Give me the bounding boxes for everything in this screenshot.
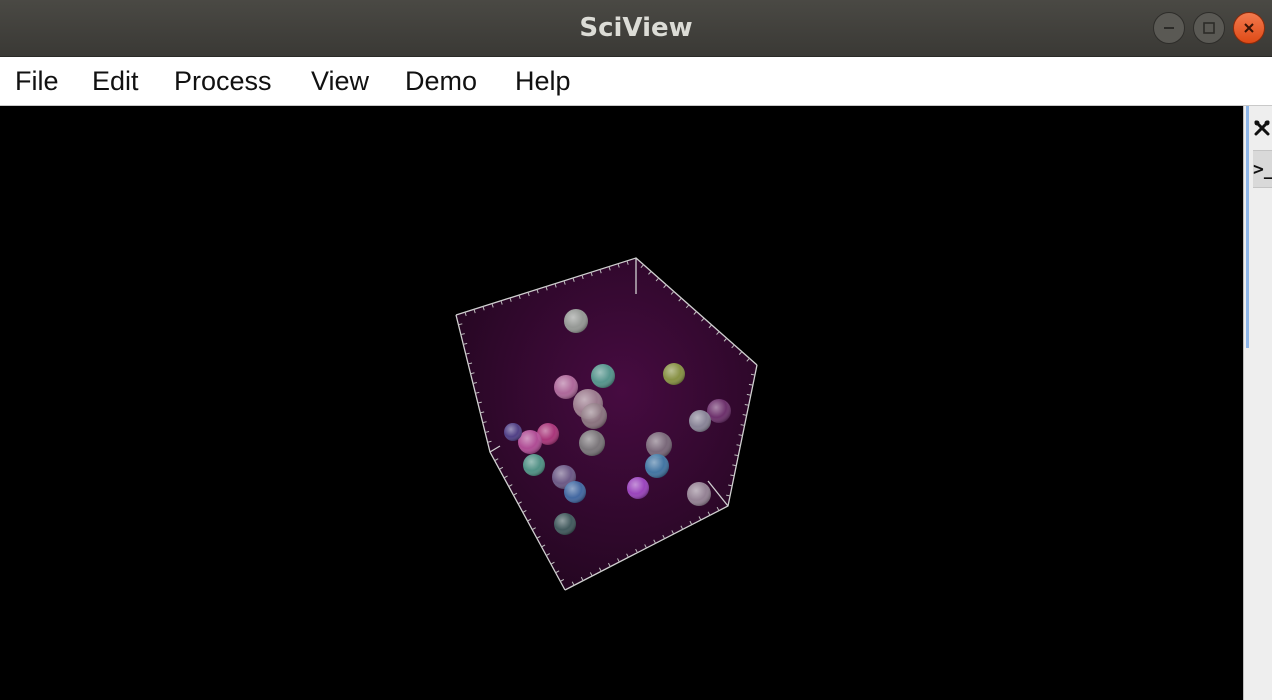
sphere-shading xyxy=(591,364,615,388)
sphere-shading xyxy=(579,430,605,456)
sphere-shading xyxy=(689,410,711,432)
volume-render[interactable] xyxy=(0,106,1243,700)
sphere-shading xyxy=(564,309,588,333)
close-icon xyxy=(1244,23,1254,33)
sphere-shading xyxy=(645,454,669,478)
menu-process[interactable]: Process xyxy=(174,65,272,97)
window-title: SciView xyxy=(579,13,693,43)
sphere-shading xyxy=(564,481,586,503)
panel-scrollbar[interactable] xyxy=(1246,106,1249,348)
sphere-shading xyxy=(554,375,578,399)
close-button[interactable] xyxy=(1233,12,1265,44)
console-icon: >_ xyxy=(1253,158,1272,180)
minimize-icon xyxy=(1164,27,1174,29)
tools-button[interactable] xyxy=(1253,110,1272,146)
maximize-button[interactable] xyxy=(1193,12,1225,44)
sphere-shading xyxy=(646,432,672,458)
console-button[interactable]: >_ xyxy=(1253,150,1272,188)
sphere-shading xyxy=(627,477,649,499)
volume-box xyxy=(456,258,757,590)
sphere-shading xyxy=(504,423,522,441)
3d-viewport[interactable] xyxy=(0,106,1243,700)
menu-edit[interactable]: Edit xyxy=(92,65,139,97)
menu-view[interactable]: View xyxy=(311,65,369,97)
minimize-button[interactable] xyxy=(1153,12,1185,44)
side-panel: >_ xyxy=(1243,106,1272,700)
menu-file[interactable]: File xyxy=(15,65,59,97)
sphere-shading xyxy=(554,513,576,535)
sphere-shading xyxy=(523,454,545,476)
menu-demo[interactable]: Demo xyxy=(405,65,477,97)
sphere-shading xyxy=(581,403,607,429)
tools-icon xyxy=(1254,120,1270,136)
menu-help[interactable]: Help xyxy=(515,65,571,97)
sphere-shading xyxy=(687,482,711,506)
title-bar[interactable]: SciView xyxy=(0,0,1272,57)
sphere-shading xyxy=(663,363,685,385)
menu-bar: File Edit Process View Demo Help xyxy=(0,57,1272,106)
maximize-icon xyxy=(1203,22,1215,34)
